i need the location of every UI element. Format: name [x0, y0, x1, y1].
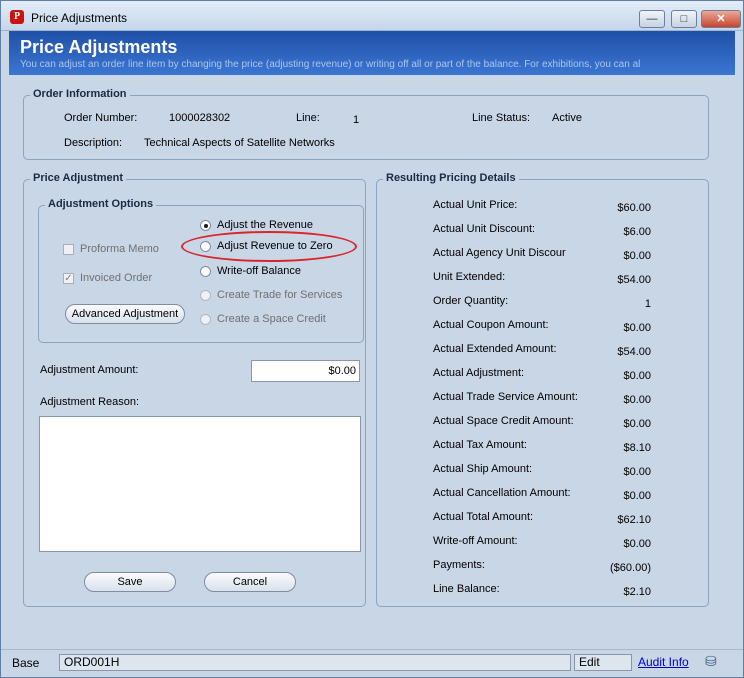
order-number-label: Order Number:	[64, 112, 138, 124]
close-button[interactable]: ✕	[701, 10, 741, 28]
status-bar: Base ORD001H Edit Audit Info ⛁	[1, 649, 743, 677]
pricing-row-value: $54.00	[617, 346, 651, 358]
price-adjustments-window: P Price Adjustments — □ ✕ Price Adjustme…	[0, 0, 744, 678]
page-title: Price Adjustments	[20, 37, 178, 57]
description-label: Description:	[64, 137, 123, 149]
maximize-button[interactable]: □	[671, 10, 697, 28]
title-bar[interactable]: P Price Adjustments — □ ✕	[1, 1, 743, 31]
order-information-legend: Order Information	[30, 88, 130, 100]
pricing-row-label: Actual Tax Amount:	[433, 439, 527, 451]
radio-adjust-revenue[interactable]	[200, 220, 211, 231]
pricing-row-label: Actual Trade Service Amount:	[433, 391, 578, 403]
pricing-row-label: Write-off Amount:	[433, 535, 518, 547]
description-value: Technical Aspects of Satellite Networks	[144, 137, 335, 149]
minimize-button[interactable]: —	[639, 10, 665, 28]
pricing-row-value: $0.00	[623, 322, 651, 334]
app-logo-icon: P	[10, 10, 24, 24]
pricing-row-value: $0.00	[623, 418, 651, 430]
pricing-row-label: Actual Cancellation Amount:	[433, 487, 571, 499]
adjustment-reason-textarea[interactable]	[39, 416, 361, 552]
invoiced-order-checkbox[interactable]: ✓	[63, 273, 74, 284]
advanced-adjustment-button[interactable]: Advanced Adjustment	[65, 304, 185, 324]
line-status-value: Active	[552, 112, 582, 124]
pricing-row-value: $2.10	[623, 586, 651, 598]
radio-create-space-credit[interactable]	[200, 314, 211, 325]
pricing-row-label: Actual Ship Amount:	[433, 463, 533, 475]
pricing-row-value: $6.00	[623, 226, 651, 238]
proforma-memo-checkbox[interactable]	[63, 244, 74, 255]
pricing-row-value: $60.00	[617, 202, 651, 214]
adjustment-options-legend: Adjustment Options	[45, 198, 157, 210]
pricing-row-label: Actual Adjustment:	[433, 367, 525, 379]
pricing-row-value: ($60.00)	[610, 562, 651, 574]
window-title: Price Adjustments	[31, 11, 128, 25]
cancel-button[interactable]: Cancel	[204, 572, 296, 592]
write-off-balance-label: Write-off Balance	[217, 265, 301, 277]
pricing-row-value: $0.00	[623, 250, 651, 262]
page-header: Price Adjustments You can adjust an orde…	[9, 31, 735, 75]
pricing-row-label: Actual Unit Discount:	[433, 223, 536, 235]
pricing-row-value: $62.10	[617, 514, 651, 526]
pricing-row-label: Actual Coupon Amount:	[433, 319, 549, 331]
pricing-row-value: $8.10	[623, 442, 651, 454]
line-label: Line:	[296, 112, 320, 124]
highlight-annotation	[181, 231, 357, 262]
pricing-row-value: $0.00	[623, 538, 651, 550]
radio-write-off-balance[interactable]	[200, 266, 211, 277]
pricing-row-value: $0.00	[623, 394, 651, 406]
pricing-row-label: Payments:	[433, 559, 485, 571]
pricing-row-value: $0.00	[623, 370, 651, 382]
pricing-row-label: Actual Space Credit Amount:	[433, 415, 574, 427]
adjust-revenue-label: Adjust the Revenue	[217, 219, 314, 231]
pricing-row-label: Actual Unit Price:	[433, 199, 518, 211]
adjustment-options-group: Adjustment Options Proforma Memo ✓ Invoi…	[38, 198, 364, 343]
status-form-id: ORD001H	[59, 654, 571, 671]
pricing-row-label: Unit Extended:	[433, 271, 506, 283]
order-number-value: 1000028302	[169, 112, 231, 124]
form-content: Order Information Order Number: 10000283…	[9, 75, 735, 649]
pricing-details-legend: Resulting Pricing Details	[383, 172, 519, 184]
adjustment-amount-label: Adjustment Amount:	[40, 364, 139, 376]
pricing-row-value: $0.00	[623, 466, 651, 478]
create-space-credit-label: Create a Space Credit	[217, 313, 326, 325]
adjustment-reason-label: Adjustment Reason:	[40, 396, 140, 408]
pricing-row-label: Actual Total Amount:	[433, 511, 534, 523]
line-status-label: Line Status:	[472, 112, 531, 124]
pricing-row-label: Line Balance:	[433, 583, 500, 595]
status-mode: Edit	[574, 654, 632, 671]
pricing-row-label: Actual Extended Amount:	[433, 343, 557, 355]
save-button[interactable]: Save	[84, 572, 176, 592]
price-adjustment-legend: Price Adjustment	[30, 172, 127, 184]
proforma-memo-label: Proforma Memo	[80, 243, 159, 255]
page-subtitle: You can adjust an order line item by cha…	[20, 59, 641, 70]
pricing-row-label: Order Quantity:	[433, 295, 509, 307]
pricing-row-label: Actual Agency Unit Discour	[433, 247, 566, 259]
pricing-row-value: $0.00	[623, 490, 651, 502]
adjustment-amount-input[interactable]: $0.00	[251, 360, 360, 382]
create-trade-label: Create Trade for Services	[217, 289, 343, 301]
pricing-row-value: $54.00	[617, 274, 651, 286]
order-information-group: Order Information Order Number: 10000283…	[23, 88, 709, 160]
audit-info-link[interactable]: Audit Info	[638, 655, 689, 669]
radio-create-trade[interactable]	[200, 290, 211, 301]
status-base-label: Base	[12, 656, 40, 670]
pricing-row-value: 1	[644, 298, 651, 310]
database-icon: ⛁	[705, 653, 717, 669]
line-value: 1	[353, 114, 360, 126]
invoiced-order-label: Invoiced Order	[80, 272, 153, 284]
